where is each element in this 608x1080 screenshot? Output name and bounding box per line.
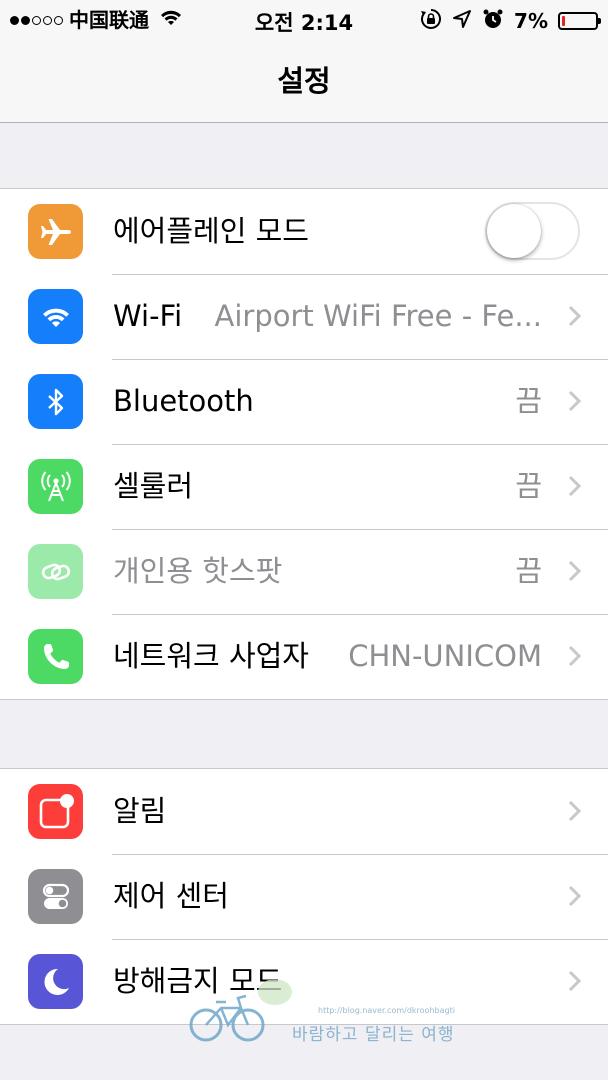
control-center-row[interactable]: 제어 센터	[0, 854, 608, 939]
hotspot-link-icon	[28, 544, 83, 599]
navigation-bar: 설정	[0, 40, 608, 123]
bluetooth-icon	[28, 374, 83, 429]
wifi-row[interactable]: Wi-Fi Airport WiFi Free - Fe...	[0, 274, 608, 359]
battery-icon	[558, 12, 601, 30]
personal-hotspot-status-value: 끔	[515, 554, 542, 588]
chevron-right-icon	[568, 390, 582, 412]
settings-group-connectivity: 에어플레인 모드 Wi-Fi Airport WiFi Free - Fe...…	[0, 188, 608, 700]
chevron-right-icon	[568, 560, 582, 582]
airplane-mode-label: 에어플레인 모드	[113, 214, 309, 248]
chevron-right-icon	[568, 645, 582, 667]
network-operator-row[interactable]: 네트워크 사업자 CHN-UNICOM	[0, 614, 608, 699]
chevron-right-icon	[568, 885, 582, 907]
network-operator-value: CHN-UNICOM	[348, 639, 542, 673]
bluetooth-label: Bluetooth	[113, 384, 254, 418]
moon-icon	[28, 954, 83, 1009]
airplane-mode-row: 에어플레인 모드	[0, 189, 608, 274]
chevron-right-icon	[568, 970, 582, 992]
wifi-network-value: Airport WiFi Free - Fe...	[214, 299, 542, 333]
chevron-right-icon	[568, 800, 582, 822]
battery-percentage: 7%	[514, 9, 548, 33]
personal-hotspot-row[interactable]: 개인용 핫스팟 끔	[0, 529, 608, 614]
bluetooth-status-value: 끔	[515, 384, 542, 418]
wifi-label: Wi-Fi	[113, 299, 183, 333]
watermark-text: 바람하고 달리는 여행	[292, 1025, 455, 1045]
chevron-right-icon	[568, 305, 582, 327]
control-center-label: 제어 센터	[113, 879, 229, 913]
cellular-label: 셀룰러	[113, 469, 194, 503]
personal-hotspot-label: 개인용 핫스팟	[113, 554, 283, 588]
watermark-url: http://blog.naver.com/dkroohbagti	[318, 1006, 455, 1015]
airplane-icon	[28, 204, 83, 259]
battery-fill	[562, 16, 565, 26]
page-title: 설정	[277, 64, 331, 98]
phone-icon	[28, 629, 83, 684]
cellular-row[interactable]: 셀룰러 끔	[0, 444, 608, 529]
rotation-lock-icon	[420, 8, 442, 34]
alarm-icon	[482, 8, 504, 34]
notifications-label: 알림	[113, 794, 167, 828]
status-bar: 中国联通 오전 2:14 7%	[0, 0, 608, 40]
control-center-icon	[28, 869, 83, 924]
airplane-mode-toggle[interactable]	[485, 202, 580, 260]
location-arrow-icon	[452, 9, 472, 33]
notifications-row[interactable]: 알림	[0, 769, 608, 854]
cellular-status-value: 끔	[515, 469, 542, 503]
notifications-icon	[28, 784, 83, 839]
wifi-icon	[28, 289, 83, 344]
bluetooth-row[interactable]: Bluetooth 끔	[0, 359, 608, 444]
toggle-knob[interactable]	[487, 204, 541, 258]
network-operator-label: 네트워크 사업자	[113, 639, 309, 673]
chevron-right-icon	[568, 475, 582, 497]
cellular-antenna-icon	[28, 459, 83, 514]
